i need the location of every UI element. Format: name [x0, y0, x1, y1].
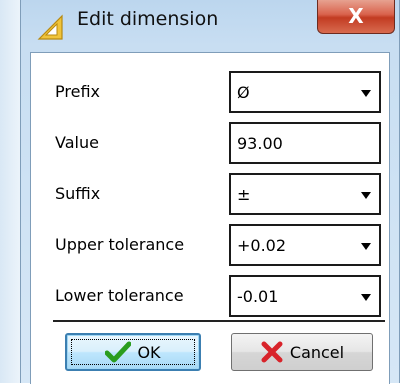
warning-triangle-icon: [35, 12, 65, 42]
title-bar[interactable]: Edit dimension X: [21, 0, 399, 48]
prefix-value: Ø: [237, 83, 250, 102]
upper-tolerance-dropdown[interactable]: +0.02: [229, 224, 381, 266]
divider: [53, 320, 385, 322]
suffix-value: ±: [237, 185, 251, 204]
prefix-dropdown[interactable]: Ø: [229, 71, 381, 113]
close-button[interactable]: X: [317, 0, 395, 34]
value-input[interactable]: [229, 122, 381, 164]
focus-rectangle: [71, 339, 195, 365]
window-title: Edit dimension: [77, 8, 219, 30]
upper-tolerance-row: Upper tolerance +0.02: [55, 224, 385, 268]
cancel-label: Cancel: [289, 342, 345, 362]
dropdown-arrow-icon[interactable]: [361, 243, 371, 250]
upper-tolerance-label: Upper tolerance: [55, 235, 185, 254]
suffix-label: Suffix: [55, 184, 101, 203]
dropdown-arrow-icon[interactable]: [361, 90, 371, 97]
prefix-row: Prefix Ø: [55, 71, 385, 115]
dialog-window: Edit dimension X Prefix Ø Value Suffix ±…: [20, 0, 400, 384]
value-row: Value: [55, 122, 385, 166]
suffix-row: Suffix ±: [55, 173, 385, 217]
cancel-button[interactable]: Cancel: [231, 333, 373, 371]
dropdown-arrow-icon[interactable]: [361, 192, 371, 199]
upper-tolerance-value: +0.02: [237, 236, 287, 255]
red-x-icon: [260, 340, 284, 364]
suffix-dropdown[interactable]: ±: [229, 173, 381, 215]
lower-tolerance-row: Lower tolerance -0.01: [55, 275, 385, 319]
value-label: Value: [55, 133, 99, 152]
dialog-body: Prefix Ø Value Suffix ± Upper tolerance …: [30, 52, 390, 384]
lower-tolerance-value: -0.01: [237, 287, 279, 306]
ok-button[interactable]: OK: [65, 333, 201, 371]
lower-tolerance-dropdown[interactable]: -0.01: [229, 275, 381, 317]
prefix-label: Prefix: [55, 82, 100, 101]
lower-tolerance-label: Lower tolerance: [55, 286, 184, 305]
dropdown-arrow-icon[interactable]: [361, 294, 371, 301]
